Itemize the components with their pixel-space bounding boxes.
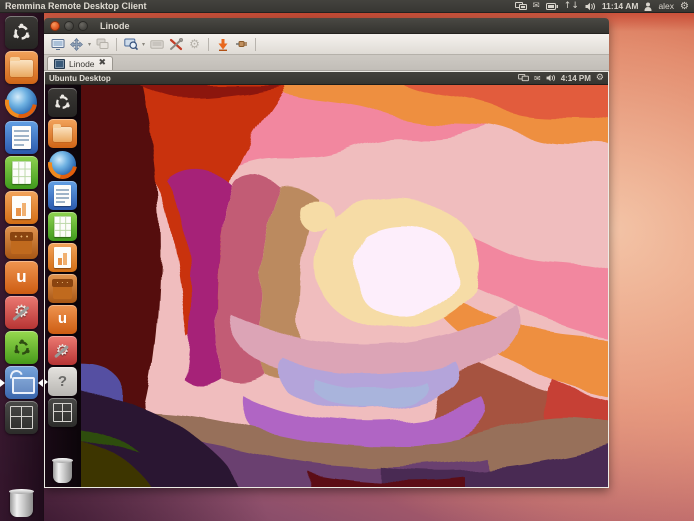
window-close-button[interactable] bbox=[50, 21, 60, 31]
user-name[interactable]: alex bbox=[658, 1, 674, 11]
screenshot-magnifier-icon[interactable] bbox=[122, 36, 139, 53]
trash-bucket-icon bbox=[10, 491, 32, 517]
remote-launcher-item-trash[interactable] bbox=[48, 454, 77, 483]
toolbar-separator bbox=[255, 38, 256, 51]
launcher-item-software-center[interactable] bbox=[5, 226, 38, 259]
host-unity-launcher: u ⚙ bbox=[0, 13, 44, 521]
remote-launcher-item-home-folder[interactable] bbox=[48, 119, 77, 148]
settings-gear-icon: ⚙ bbox=[14, 304, 29, 321]
impress-slide-icon bbox=[54, 247, 70, 267]
connection-tabbar: Linode ✖ bbox=[44, 55, 609, 71]
software-bag-icon bbox=[52, 279, 73, 287]
ubuntu-one-icon: u bbox=[58, 311, 67, 326]
launcher-item-workspace-switcher[interactable] bbox=[5, 401, 38, 434]
remote-launcher-item-software-center[interactable] bbox=[48, 274, 77, 303]
network-icon[interactable] bbox=[515, 2, 527, 11]
mail-icon[interactable]: ✉ bbox=[534, 74, 541, 83]
tab-screen-icon bbox=[54, 59, 65, 69]
running-indicator-arrow bbox=[44, 378, 52, 386]
remote-launcher-item-workspace-switcher[interactable] bbox=[48, 398, 77, 427]
fullscreen-arrows-icon[interactable] bbox=[68, 36, 85, 53]
launcher-item-trash[interactable] bbox=[5, 484, 38, 517]
launcher-item-ubuntu-software[interactable] bbox=[5, 331, 38, 364]
traffic-icon[interactable]: ↑↓ bbox=[564, 1, 579, 11]
network-icon[interactable] bbox=[518, 74, 529, 82]
tab-label: Linode bbox=[69, 59, 95, 69]
workspace-grid-icon bbox=[53, 403, 73, 423]
remote-top-panel[interactable]: Ubuntu Desktop ✉ 4:14 PM ⚙ bbox=[45, 72, 608, 85]
settings-gear-icon: ⚙ bbox=[56, 343, 69, 358]
window-minimize-button[interactable] bbox=[64, 21, 74, 31]
window-title: Linode bbox=[100, 21, 130, 31]
toolbar-separator bbox=[116, 38, 117, 51]
window-maximize-button[interactable] bbox=[78, 21, 88, 31]
remote-launcher-item-libreoffice-calc[interactable] bbox=[48, 212, 77, 241]
remote-clock[interactable]: 4:14 PM bbox=[561, 74, 591, 83]
remmina-monitor-icon bbox=[12, 377, 35, 394]
writer-document-icon bbox=[12, 126, 30, 149]
remote-launcher-item-libreoffice-writer[interactable] bbox=[48, 181, 77, 210]
folder-icon bbox=[10, 60, 32, 77]
focused-indicator-arrow bbox=[34, 379, 43, 387]
launcher-item-system-settings[interactable]: ⚙ bbox=[5, 296, 38, 329]
launcher-item-libreoffice-calc[interactable] bbox=[5, 156, 38, 189]
remmina-window: Linode ▾ ▾ ⚙ bbox=[44, 18, 609, 488]
firefox-icon bbox=[49, 151, 76, 178]
launcher-item-ubuntu-one[interactable]: u bbox=[5, 261, 38, 294]
host-clock[interactable]: 11:14 AM bbox=[602, 1, 639, 11]
launcher-item-libreoffice-writer[interactable] bbox=[5, 121, 38, 154]
tab-close-icon[interactable]: ✖ bbox=[99, 59, 107, 68]
ubuntu-one-icon: u bbox=[16, 268, 26, 285]
software-bag-icon bbox=[10, 232, 34, 241]
toolbar-separator bbox=[208, 38, 209, 51]
writer-document-icon bbox=[54, 185, 70, 205]
running-indicator-arrow bbox=[0, 379, 9, 387]
launcher-item-firefox[interactable] bbox=[5, 86, 38, 119]
scaled-mode-icon[interactable] bbox=[94, 36, 111, 53]
user-icon[interactable] bbox=[644, 2, 652, 11]
remote-desktop-wallpaper bbox=[81, 85, 608, 487]
remote-launcher-item-help[interactable]: ? bbox=[48, 367, 77, 396]
remote-unity-launcher: u ⚙ ? bbox=[45, 85, 81, 487]
disconnect-icon[interactable] bbox=[233, 36, 250, 53]
workspace-grid-icon bbox=[10, 406, 32, 428]
remote-session-viewport[interactable]: Ubuntu Desktop ✉ 4:14 PM ⚙ bbox=[44, 71, 609, 488]
session-gear-icon[interactable]: ⚙ bbox=[680, 1, 689, 12]
connect-monitor-icon[interactable] bbox=[49, 36, 66, 53]
impress-slide-icon bbox=[12, 196, 30, 219]
ubuntu-roundel-icon bbox=[13, 339, 31, 357]
session-gear-icon[interactable]: ⚙ bbox=[596, 73, 604, 83]
window-titlebar[interactable]: Linode bbox=[44, 18, 609, 34]
screenshot-dropdown-caret[interactable]: ▾ bbox=[142, 41, 145, 48]
remmina-toolbar: ▾ ▾ ⚙ bbox=[44, 34, 609, 55]
active-app-title[interactable]: Remmina Remote Desktop Client bbox=[5, 1, 147, 11]
battery-icon[interactable] bbox=[546, 3, 558, 10]
keyboard-grab-icon[interactable] bbox=[148, 36, 165, 53]
volume-icon[interactable] bbox=[546, 74, 556, 82]
remote-launcher-item-ubuntu-one[interactable]: u bbox=[48, 305, 77, 334]
connection-tab-linode[interactable]: Linode ✖ bbox=[47, 56, 113, 70]
fullscreen-dropdown-caret[interactable]: ▾ bbox=[88, 41, 91, 48]
remote-launcher-item-system-settings[interactable]: ⚙ bbox=[48, 336, 77, 365]
launcher-item-home-folder[interactable] bbox=[5, 51, 38, 84]
host-top-panel: Remmina Remote Desktop Client ✉ ↑↓ 11:14… bbox=[0, 0, 694, 13]
tools-icon[interactable] bbox=[167, 36, 184, 53]
gears-icon[interactable]: ⚙ bbox=[186, 36, 203, 53]
remote-panel-title[interactable]: Ubuntu Desktop bbox=[49, 74, 111, 83]
folder-icon bbox=[53, 127, 73, 142]
help-icon: ? bbox=[58, 373, 67, 390]
trash-bucket-icon bbox=[53, 460, 73, 483]
firefox-icon bbox=[6, 87, 36, 117]
calc-spreadsheet-icon bbox=[54, 216, 70, 236]
remote-launcher-item-firefox[interactable] bbox=[48, 150, 77, 179]
remote-launcher-item-dash-home[interactable] bbox=[48, 88, 77, 117]
minimize-to-tray-icon[interactable] bbox=[214, 36, 231, 53]
remote-launcher-item-libreoffice-impress[interactable] bbox=[48, 243, 77, 272]
launcher-item-libreoffice-impress[interactable] bbox=[5, 191, 38, 224]
launcher-item-dash-home[interactable] bbox=[5, 16, 38, 49]
launcher-item-remmina[interactable] bbox=[5, 366, 38, 399]
volume-icon[interactable] bbox=[585, 2, 596, 11]
calc-spreadsheet-icon bbox=[12, 161, 30, 184]
mail-icon[interactable]: ✉ bbox=[533, 1, 540, 11]
